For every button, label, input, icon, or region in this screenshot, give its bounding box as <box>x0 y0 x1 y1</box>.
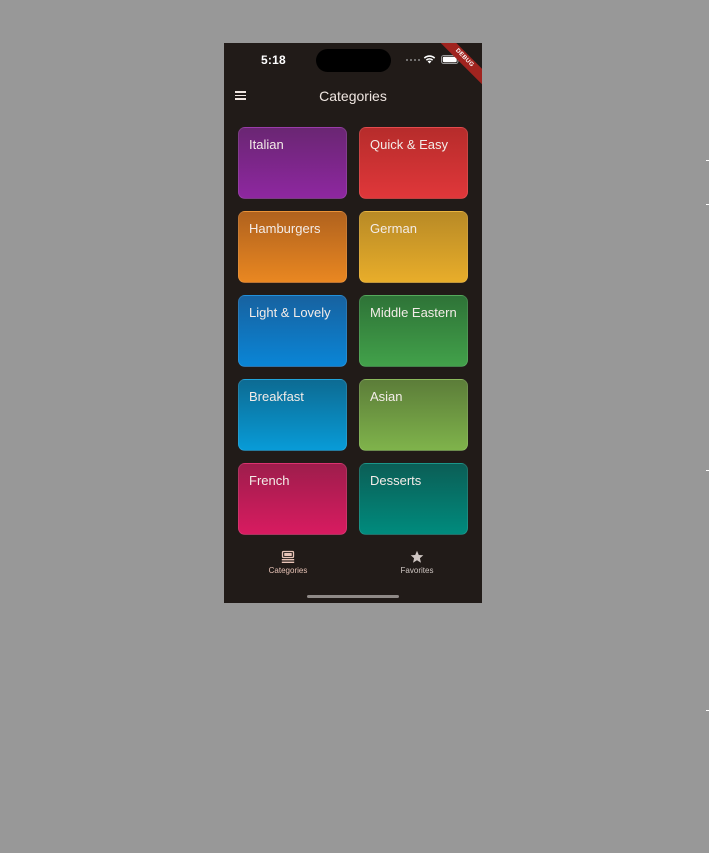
nav-tab-categories[interactable]: Categories <box>238 550 338 584</box>
page-title: Categories <box>319 88 387 104</box>
category-label: Middle Eastern <box>370 305 457 320</box>
category-label: Light & Lovely <box>249 305 331 320</box>
category-tile[interactable]: Breakfast <box>238 379 347 451</box>
category-label: Breakfast <box>249 389 304 404</box>
nav-label: Categories <box>268 566 308 575</box>
category-label: Desserts <box>370 473 422 488</box>
star-icon <box>410 550 424 563</box>
category-label: German <box>370 221 417 236</box>
category-label: Italian <box>249 137 284 152</box>
category-tile[interactable]: Desserts <box>359 463 468 535</box>
category-label: Hamburgers <box>249 221 321 236</box>
category-tile[interactable]: German <box>359 211 468 283</box>
category-label: Asian <box>370 389 403 404</box>
category-tile[interactable]: Italian <box>238 127 347 199</box>
category-label: French <box>249 473 290 488</box>
cellular-signal-icon <box>406 59 422 63</box>
dynamic-island <box>316 49 391 72</box>
status-bar: 5:18 DEBUG <box>224 43 482 91</box>
home-indicator <box>307 595 399 598</box>
category-tile[interactable]: Light & Lovely <box>238 295 347 367</box>
set-meal-icon <box>281 550 295 563</box>
category-tile[interactable]: Asian <box>359 379 468 451</box>
category-label: Quick & Easy <box>370 137 449 152</box>
app-bar: Categories <box>224 79 482 113</box>
status-time: 5:18 <box>261 53 286 67</box>
nav-label: Favorites <box>400 566 434 575</box>
category-tile[interactable]: Quick & Easy <box>359 127 468 199</box>
wifi-icon <box>423 55 436 64</box>
bottom-navigation-bar: Categories Favorites <box>224 543 482 603</box>
category-grid: Italian Quick & Easy Hamburgers German L… <box>238 127 468 535</box>
category-tile[interactable]: Middle Eastern <box>359 295 468 367</box>
phone-screen: 5:18 DEBUG Categories Italian Quick & Ea… <box>224 43 482 603</box>
category-tile[interactable]: French <box>238 463 347 535</box>
category-tile[interactable]: Hamburgers <box>238 211 347 283</box>
nav-tab-favorites[interactable]: Favorites <box>367 550 467 584</box>
